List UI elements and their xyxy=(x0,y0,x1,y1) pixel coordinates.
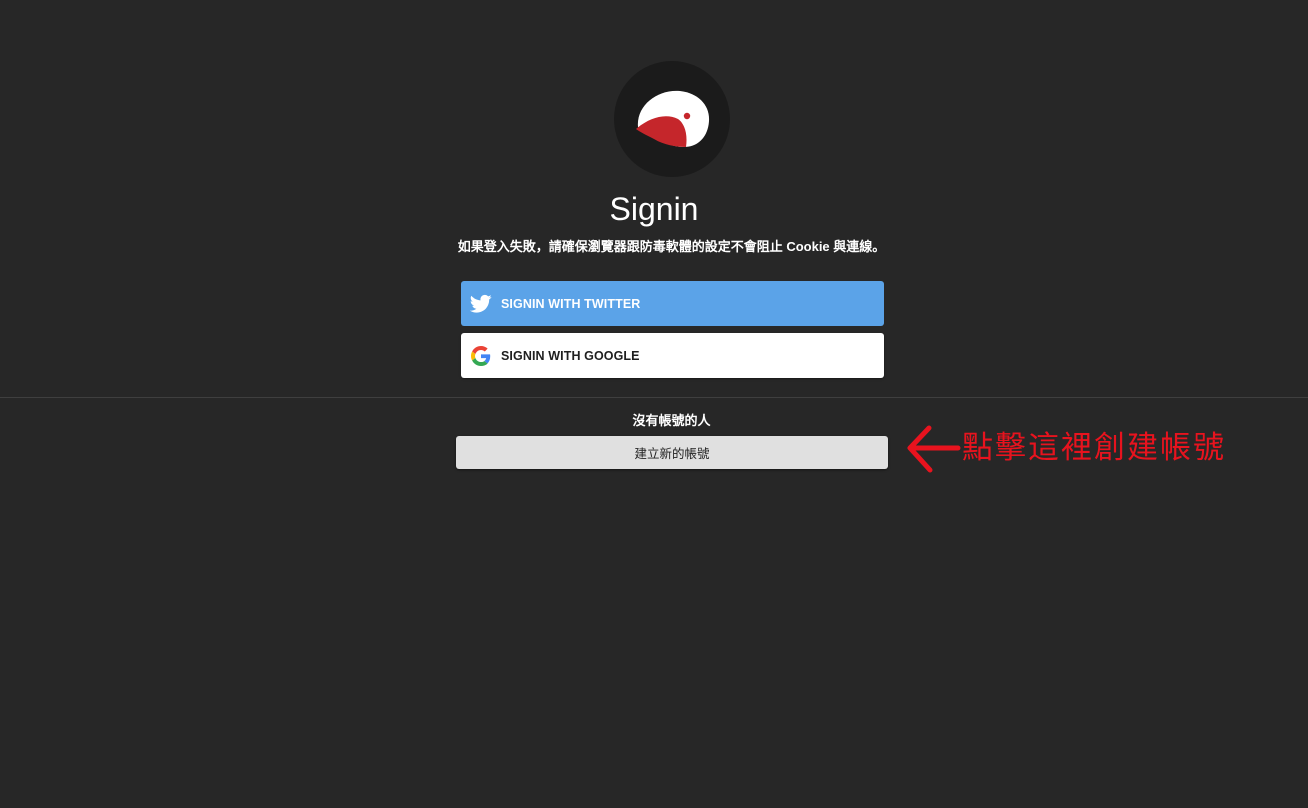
signin-google-button[interactable]: SIGNIN WITH GOOGLE xyxy=(461,333,884,378)
google-button-label: SIGNIN WITH GOOGLE xyxy=(501,348,640,363)
no-account-prompt: 沒有帳號的人 xyxy=(632,413,711,428)
twitter-button-label: SIGNIN WITH TWITTER xyxy=(501,296,641,311)
annotation-text: 點擊這裡創建帳號 xyxy=(962,430,1226,466)
signin-twitter-button[interactable]: SIGNIN WITH TWITTER xyxy=(461,281,884,326)
login-notice: 如果登入失敗，請確保瀏覽器跟防毒軟體的設定不會阻止 Cookie 與連線。 xyxy=(457,239,886,254)
arrow-left-icon xyxy=(907,425,961,473)
create-account-button[interactable]: 建立新的帳號 xyxy=(456,436,888,469)
bird-logo-icon xyxy=(614,61,730,177)
twitter-bird-icon xyxy=(470,293,492,315)
section-divider xyxy=(0,397,1308,398)
signin-page: Signin 如果登入失敗，請確保瀏覽器跟防毒軟體的設定不會阻止 Cookie … xyxy=(0,0,1308,808)
google-g-icon xyxy=(470,345,492,367)
page-title: Signin xyxy=(609,191,699,227)
